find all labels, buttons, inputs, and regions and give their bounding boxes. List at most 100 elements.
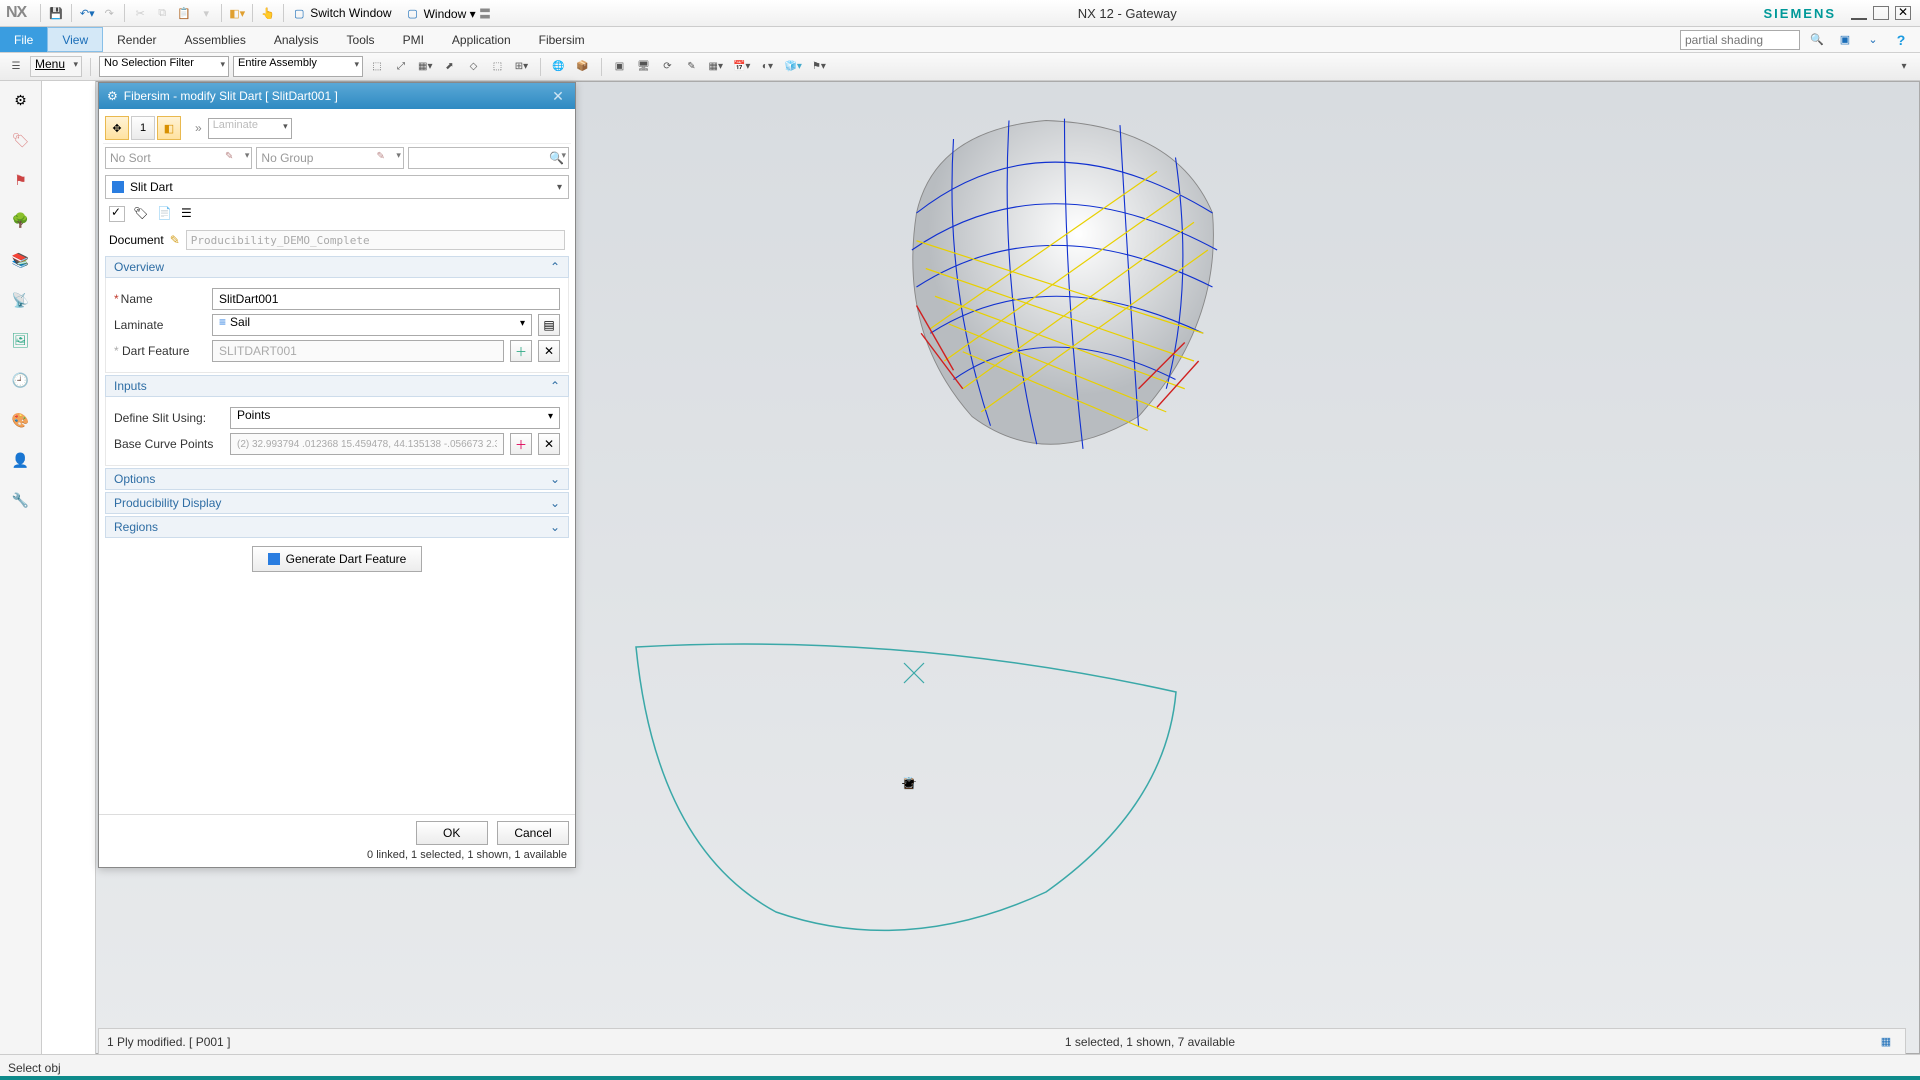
menu-view[interactable]: View	[47, 27, 103, 52]
menu-assemblies[interactable]: Assemblies	[171, 27, 260, 52]
define-slit-select[interactable]: Points	[230, 407, 560, 429]
dart-add-icon[interactable]: ＋	[510, 340, 532, 362]
menu-pmi[interactable]: PMI	[389, 27, 438, 52]
cancel-button[interactable]: Cancel	[497, 821, 569, 845]
tb-cube-icon[interactable]: 🧊▾	[781, 57, 804, 77]
rail-palette-icon[interactable]: 🎨	[10, 409, 32, 431]
switch-window-label[interactable]: Switch Window	[310, 6, 391, 20]
laminate-combo[interactable]: Laminate	[208, 118, 292, 139]
tag-mini-icon[interactable]: 🏷	[133, 206, 149, 222]
rail-tree-icon[interactable]: 🌳	[10, 209, 32, 231]
rail-layers-icon[interactable]: 📚	[10, 249, 32, 271]
redo-icon[interactable]: ↷	[100, 4, 118, 22]
save-icon[interactable]: 💾	[47, 4, 65, 22]
fullscreen-icon[interactable]: ▣	[1836, 31, 1854, 49]
menu-tools[interactable]: Tools	[333, 27, 389, 52]
name-input[interactable]	[212, 288, 560, 310]
tb-flag-icon[interactable]: ⚑▾	[809, 57, 829, 77]
window-icon[interactable]: ▢	[404, 4, 422, 22]
tb-screen-icon[interactable]: 🖥	[634, 57, 654, 77]
tb-icon-7[interactable]: ⊞▾	[512, 57, 532, 77]
selection-filter-combo[interactable]: No Selection Filter	[99, 56, 229, 77]
prompt-text: Select obj	[8, 1061, 61, 1075]
tb-shade-icon[interactable]: ◐▾	[757, 57, 777, 77]
dialog-status: 0 linked, 1 selected, 1 shown, 1 availab…	[99, 847, 575, 867]
tb-icon-6[interactable]: ⬚	[488, 57, 508, 77]
rail-assembly-icon[interactable]: 🏷	[10, 129, 32, 151]
bcp-add-icon[interactable]: ＋	[510, 433, 532, 455]
dialog-toolbar: ✥ 1 📄 ⧉ ⊹ ⊹⁺ 📋 ✕ ⇄ ◧ ◫ ▣ » Laminate ▢	[103, 113, 571, 144]
rail-image-icon[interactable]: 🖼	[10, 329, 32, 351]
laminate-browse-icon[interactable]: ▤	[538, 314, 560, 336]
command-search[interactable]	[1680, 30, 1800, 50]
group-filter[interactable]: No Group✎▾	[256, 147, 403, 169]
menu-dd-icon[interactable]: ☰	[6, 57, 26, 77]
menu-analysis[interactable]: Analysis	[260, 27, 333, 52]
regions-header[interactable]: Regions⌄	[105, 516, 569, 538]
overview-header[interactable]: Overview⌃	[105, 256, 569, 278]
search-go-icon[interactable]: 🔍	[1808, 31, 1826, 49]
generate-dart-button[interactable]: Generate Dart Feature	[252, 546, 422, 572]
solid-cube-icon[interactable]: ◧	[157, 116, 181, 140]
search-filter[interactable]: 🔍▾	[408, 147, 569, 169]
bcp-remove-icon[interactable]: ✕	[538, 433, 560, 455]
window-dropdown[interactable]: Window ▾ 〓	[424, 5, 491, 22]
dialog-titlebar[interactable]: ⚙ Fibersim - modify Slit Dart [ SlitDart…	[99, 83, 575, 109]
tb-grid-icon[interactable]: ▦▾	[706, 57, 726, 77]
tb-icon-5[interactable]: ◇	[464, 57, 484, 77]
rail-history-icon[interactable]: 🕘	[10, 369, 32, 391]
dart-remove-icon[interactable]: ✕	[538, 340, 560, 362]
generate-icon	[268, 553, 280, 565]
check-icon[interactable]: ✓	[109, 206, 125, 222]
producibility-header[interactable]: Producibility Display⌄	[105, 492, 569, 514]
tb-box-icon[interactable]: 📦	[573, 57, 593, 77]
move-icon[interactable]: ✥	[105, 116, 129, 140]
menu-render[interactable]: Render	[103, 27, 170, 52]
maximize-button[interactable]	[1873, 6, 1889, 20]
close-button[interactable]: ✕	[1895, 6, 1911, 20]
tb-icon-4[interactable]: ⬈	[440, 57, 460, 77]
panel-icon[interactable]: ▢	[629, 628, 1189, 938]
minimize-button[interactable]	[1851, 6, 1867, 20]
rail-settings-icon[interactable]: ⚙	[10, 89, 32, 111]
switch-window-icon[interactable]: ▢	[290, 4, 308, 22]
resource-strip	[42, 81, 96, 1054]
expand-icon: ⌄	[550, 472, 560, 486]
doc-mini-icon[interactable]: 📄	[157, 206, 173, 222]
sort-filter[interactable]: No Sort✎▾	[105, 147, 252, 169]
undo-icon[interactable]: ↶▾	[78, 4, 96, 22]
tb-refresh-icon[interactable]: ⟳	[658, 57, 678, 77]
status-grid-icon[interactable]: ▦	[1877, 1033, 1895, 1051]
menu-application[interactable]: Application	[438, 27, 525, 52]
ok-button[interactable]: OK	[416, 821, 488, 845]
page-num-icon[interactable]: 1	[131, 116, 155, 140]
touch-icon[interactable]: 👆	[259, 4, 277, 22]
tb-icon-2[interactable]: ⤢	[391, 57, 411, 77]
ribbon-toggle-icon[interactable]: ⌄	[1864, 31, 1882, 49]
tb-window-icon[interactable]: ▣	[610, 57, 630, 77]
menu-file[interactable]: File	[0, 27, 47, 52]
tb-globe-icon[interactable]: 🌐	[549, 57, 569, 77]
tb-icon-3[interactable]: ▦▾	[415, 57, 435, 77]
dialog-close-icon[interactable]: ✕	[549, 87, 567, 105]
inputs-header[interactable]: Inputs⌃	[105, 375, 569, 397]
tb-icon-1[interactable]: ⬚	[367, 57, 387, 77]
rail-tool-icon[interactable]: 🔧	[10, 489, 32, 511]
laminate-select[interactable]: ≡Sail	[212, 314, 532, 336]
toolbar-overflow-icon[interactable]: ▾	[1894, 57, 1914, 77]
layers-icon[interactable]: ◧▾	[228, 4, 246, 22]
tb-cal-icon[interactable]: 📅▾	[730, 57, 753, 77]
rail-constraint-icon[interactable]: ⚑	[10, 169, 32, 191]
rail-web-icon[interactable]: 📡	[10, 289, 32, 311]
list-mini-icon[interactable]: ☰	[181, 206, 197, 222]
menu-fibersim[interactable]: Fibersim	[525, 27, 599, 52]
object-type-combo[interactable]: Slit Dart	[105, 175, 569, 199]
nx-logo: NX	[6, 4, 26, 22]
selection-scope-combo[interactable]: Entire Assembly	[233, 56, 363, 77]
pencil-icon[interactable]: ✎	[170, 233, 180, 247]
options-header[interactable]: Options⌄	[105, 468, 569, 490]
menu-button[interactable]: Menu	[30, 56, 82, 77]
tb-edit-icon[interactable]: ✎	[682, 57, 702, 77]
help-icon[interactable]: ?	[1892, 31, 1910, 49]
rail-roles-icon[interactable]: 👤	[10, 449, 32, 471]
